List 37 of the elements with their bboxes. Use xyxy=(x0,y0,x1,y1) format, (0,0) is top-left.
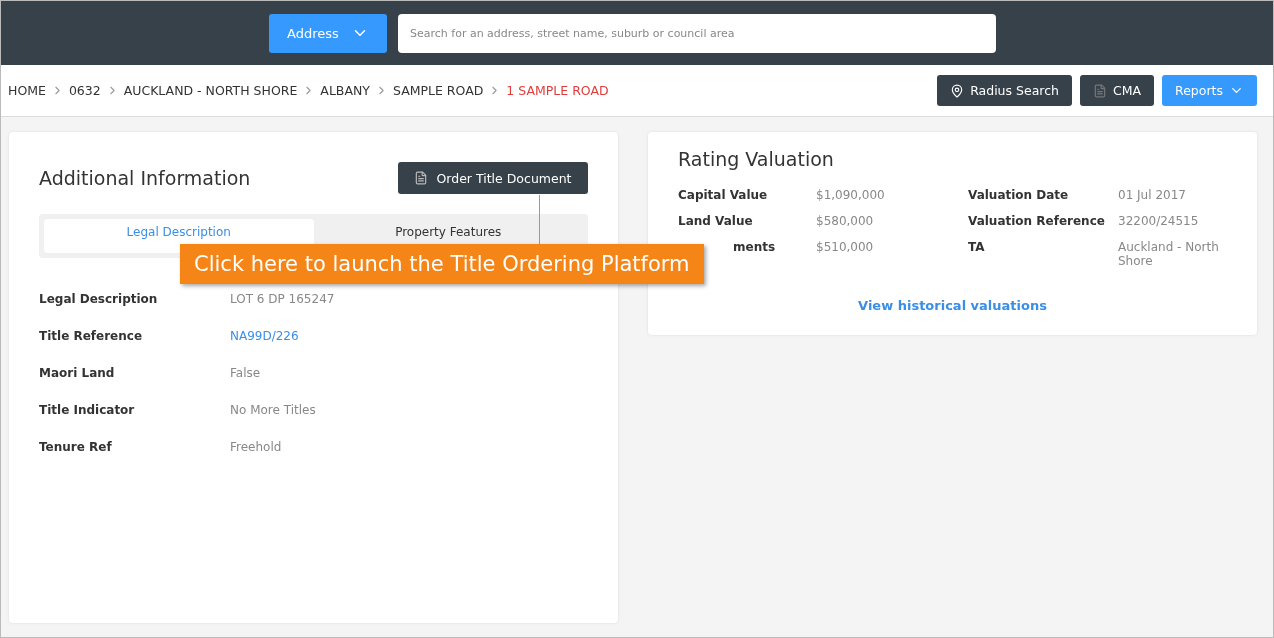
breadcrumb-link[interactable]: AUCKLAND - NORTH SHORE xyxy=(123,83,298,98)
field-label: Valuation Date xyxy=(968,188,1070,202)
field-value: $1,090,000 xyxy=(816,188,886,202)
breadcrumb-link[interactable]: 1 SAMPLE ROAD xyxy=(506,83,609,98)
field-value: LOT 6 DP 165247 xyxy=(230,292,336,306)
field-value: 32200/24515 xyxy=(1118,214,1200,228)
card-title: Additional Information xyxy=(39,167,251,189)
field-label: Title Indicator xyxy=(39,403,136,417)
field-label: Legal Description xyxy=(39,292,159,306)
field-value: Auckland - North Shore xyxy=(1118,240,1220,268)
field-label: Land Value xyxy=(678,214,754,228)
title-link[interactable]: NA99D/226 xyxy=(230,329,588,343)
field-value: 01 Jul 2017 xyxy=(1118,188,1187,202)
breadcrumb-link[interactable]: 0632 xyxy=(68,83,101,98)
breadcrumb-link[interactable]: ALBANY xyxy=(320,83,370,98)
order-button[interactable]: Order Title Document xyxy=(398,162,588,194)
field-label: Title Reference xyxy=(39,329,144,343)
action-button[interactable]: Radius Search xyxy=(937,75,1072,106)
field-label: Valuation Reference xyxy=(968,214,1106,228)
field-label: Tenure Ref xyxy=(39,440,113,454)
field-value: Freehold xyxy=(230,440,283,454)
breadcrumb-link[interactable]: SAMPLE ROAD xyxy=(392,83,484,98)
pin-icon xyxy=(950,83,965,98)
document-icon xyxy=(414,171,429,185)
card-title: Rating Valuation xyxy=(678,148,835,170)
field-value: No More Titles xyxy=(230,403,317,417)
search-field[interactable]: Search for an address, street name, suburb or council area xyxy=(398,13,996,53)
callout-tooltip: Click here to launch the Title Ordering Platform xyxy=(180,244,704,284)
document-icon xyxy=(1092,83,1107,98)
field-value: $580,000 xyxy=(816,214,875,228)
field-label: Capital Value xyxy=(678,188,769,202)
field-value: False xyxy=(230,366,262,380)
field-label: Maori Land xyxy=(39,366,116,380)
breadcrumb-link[interactable]: HOME xyxy=(8,83,46,98)
field-label: TA xyxy=(968,240,986,256)
field-value: $510,000 xyxy=(816,240,875,256)
action-button[interactable]: CMA xyxy=(1079,75,1155,106)
